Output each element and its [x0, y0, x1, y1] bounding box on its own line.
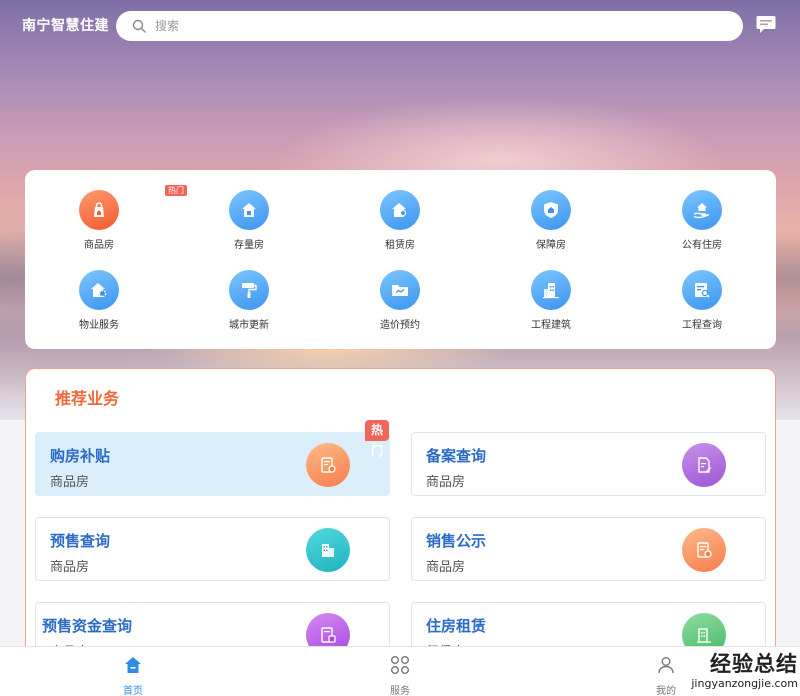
house-gear-icon — [79, 270, 119, 310]
search-bar[interactable] — [116, 11, 743, 41]
buildings-icon — [306, 528, 350, 572]
grid-label: 商品房 — [84, 240, 114, 251]
biz-subtitle: 商品房 — [50, 560, 90, 575]
biz-title: 预售查询 — [50, 532, 111, 550]
biz-title: 销售公示 — [426, 532, 487, 550]
hot-badge: 热门 — [165, 185, 187, 196]
grid-item-affordable-housing[interactable]: 保障房 — [496, 190, 606, 251]
house-bag-icon — [79, 190, 119, 230]
biz-subtitle: 商品房 — [426, 560, 466, 575]
watermark-url: jingyanzongjie.com — [691, 677, 798, 690]
message-icon[interactable] — [756, 15, 776, 34]
grid-label: 造价预约 — [380, 320, 420, 331]
building-icon — [531, 270, 571, 310]
app-title: 南宁智慧住建 — [22, 18, 109, 34]
hand-house-icon — [682, 190, 722, 230]
grid-label: 租赁房 — [385, 240, 415, 251]
grid-label: 工程查询 — [682, 320, 722, 331]
hot-badge: 热门 — [365, 420, 390, 458]
shield-icon — [531, 190, 571, 230]
biz-title: 购房补贴 — [50, 447, 111, 465]
quick-access-card: 商品房 热门 存量房 租赁房 保障房 公有住房 物业服务 城市更新 造价预约 工… — [25, 170, 776, 349]
grid-item-urban-renewal[interactable]: 城市更新 — [194, 270, 304, 331]
grid-item-existing-housing[interactable]: 存量房 — [194, 190, 304, 251]
document-search-icon — [682, 270, 722, 310]
biz-card-sales-publicity[interactable]: 销售公示 商品房 — [411, 517, 766, 581]
biz-card-purchase-subsidy[interactable]: 热门 购房补贴 商品房 — [35, 420, 390, 496]
grid-item-public-housing[interactable]: 公有住房 — [647, 190, 757, 251]
section-title: 推荐业务 — [55, 389, 120, 408]
grid-label: 城市更新 — [229, 320, 269, 331]
watermark-title: 经验总结 — [710, 652, 798, 676]
nav-item-services[interactable]: 服务 — [360, 655, 440, 696]
grid-label: 存量房 — [234, 240, 264, 251]
folder-icon — [380, 270, 420, 310]
grid-item-project-query[interactable]: 工程查询 — [647, 270, 757, 331]
biz-card-presale-query[interactable]: 预售查询 商品房 — [35, 517, 390, 581]
biz-title: 预售资金查询 — [42, 617, 133, 635]
biz-card-filing-query[interactable]: 备案查询 商品房 — [411, 432, 766, 496]
house-icon — [229, 190, 269, 230]
home-icon — [125, 657, 141, 673]
grid-item-property-service[interactable]: 物业服务 — [44, 270, 154, 331]
document-edit-icon — [682, 443, 726, 487]
document-seal-icon — [682, 528, 726, 572]
watermark: 经验总结 jingyanzongjie.com — [648, 648, 798, 694]
biz-title: 备案查询 — [426, 447, 487, 465]
search-input[interactable] — [155, 19, 715, 33]
paint-roller-icon — [229, 270, 269, 310]
grid-item-cost-appointment[interactable]: 造价预约 — [345, 270, 455, 331]
biz-subtitle: 商品房 — [426, 475, 466, 490]
grid-item-construction[interactable]: 工程建筑 — [496, 270, 606, 331]
search-icon — [132, 19, 146, 33]
grid-icon — [391, 656, 409, 674]
grid-label: 公有住房 — [682, 240, 722, 251]
biz-title: 住房租赁 — [426, 617, 487, 635]
nav-label: 服务 — [390, 686, 410, 696]
nav-label: 首页 — [123, 686, 143, 696]
grid-item-rental-housing[interactable]: 租赁房 — [345, 190, 455, 251]
biz-subtitle: 商品房 — [50, 475, 90, 490]
nav-item-home[interactable]: 首页 — [93, 655, 173, 696]
grid-label: 工程建筑 — [531, 320, 571, 331]
grid-label: 保障房 — [536, 240, 566, 251]
grid-label: 物业服务 — [79, 320, 119, 331]
grid-item-commercial-housing[interactable]: 商品房 — [44, 190, 154, 251]
house-key-icon — [380, 190, 420, 230]
document-seal-icon — [306, 443, 350, 487]
